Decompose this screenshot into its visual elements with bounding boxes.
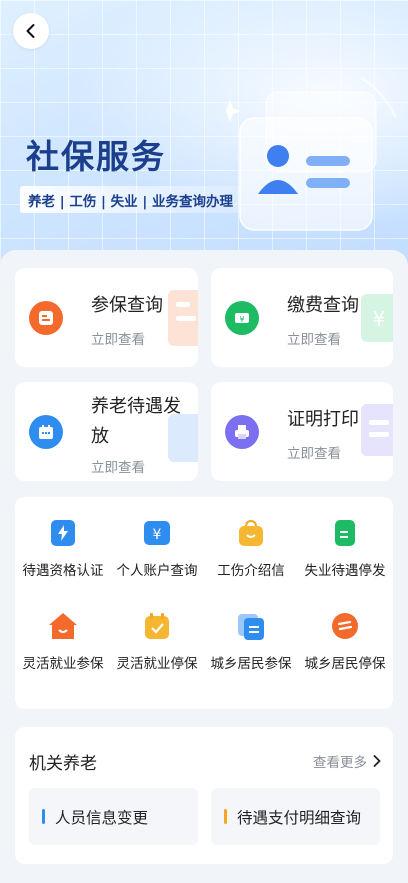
circle-badge-icon [332,613,358,639]
org-pension-section: 机关养老 查看更多 人员信息变更 待遇支付明细查询 [15,727,393,864]
svg-text:¥: ¥ [239,315,244,324]
tile-title: 参保查询 [91,295,163,316]
back-button[interactable] [13,13,49,49]
grid-item-label: 城乡居民参保 [210,656,292,672]
chevron-right-icon [373,755,381,767]
svg-text:¥: ¥ [373,307,386,331]
calendar-check-icon [145,613,169,639]
service-tags: 养老 | 工伤 | 失业 | 业务查询办理 [20,186,242,213]
page-title: 社保服务 [26,137,166,176]
service-grid: 待遇资格认证 ¥ 个人账户查询 工伤介绍信 失业待遇停发 灵活就业参保 灵活就业… [15,497,393,709]
tile-subtitle: 立即查看 [287,446,341,462]
grid-item-resident-stop[interactable]: 城乡居民停保 [297,612,393,672]
grid-item-resident-enroll[interactable]: 城乡居民参保 [203,612,299,672]
tile-subtitle: 立即查看 [91,332,145,348]
tile-pension-payment[interactable]: 养老待遇发 放 立即查看 [15,382,198,481]
hero-banner: 社保服务 养老 | 工伤 | 失业 | 业务查询办理 [0,0,408,270]
tile-subtitle: 立即查看 [287,332,341,348]
org-item-payment-detail[interactable]: 待遇支付明细查询 [211,788,380,845]
yuan-card-icon: ¥ [144,521,170,545]
cards-icon [238,614,264,640]
tile-insurance-query[interactable]: 参保查询 立即查看 [15,268,198,367]
grid-item-injury-letter[interactable]: 工伤介绍信 [203,519,299,579]
ticket-icon: ¥ [225,301,259,335]
bag-icon [239,519,263,546]
chevron-left-icon [26,24,35,38]
grid-item-account[interactable]: ¥ 个人账户查询 [109,519,205,579]
svg-text:¥: ¥ [153,527,162,543]
house-icon [49,613,77,639]
printer-icon [225,415,259,449]
org-item-label: 人员信息变更 [55,808,149,827]
ghost-printer-icon [361,404,393,456]
grid-item-flex-stop[interactable]: 灵活就业停保 [109,612,205,672]
org-item-personnel-change[interactable]: 人员信息变更 [29,788,198,845]
calendar-icon [29,415,63,449]
ghost-card-icon [168,290,198,346]
phone-doc-icon [335,520,355,546]
tile-certificate-print[interactable]: 证明打印 立即查看 [211,382,393,481]
grid-item-qualification[interactable]: 待遇资格认证 [15,519,111,579]
id-card-icon [29,301,63,335]
tile-payment-query[interactable]: ¥ 缴费查询 立即查看 ¥ [211,268,393,367]
grid-item-label: 灵活就业停保 [116,656,198,672]
grid-item-label: 灵活就业参保 [22,656,104,672]
section-title: 机关养老 [29,754,97,774]
ghost-calendar-icon [168,414,198,462]
grid-item-label: 失业待遇停发 [304,563,386,579]
grid-item-flex-enroll[interactable]: 灵活就业参保 [15,612,111,672]
grid-item-label: 工伤介绍信 [217,563,285,579]
view-more-link[interactable]: 查看更多 [313,751,381,771]
accent-bar [42,809,45,824]
grid-item-label: 城乡居民停保 [304,656,386,672]
grid-item-unemployment-stop[interactable]: 失业待遇停发 [297,519,393,579]
ghost-ticket-icon: ¥ [361,294,393,342]
lightning-icon [51,520,75,546]
org-item-label: 待遇支付明细查询 [237,808,362,827]
grid-item-label: 个人账户查询 [116,563,198,579]
accent-bar [224,809,227,824]
tile-title: 证明打印 [287,409,359,430]
view-more-label: 查看更多 [313,755,367,771]
tile-title: 缴费查询 [287,295,359,316]
grid-item-label: 待遇资格认证 [22,563,104,579]
tile-subtitle: 立即查看 [91,460,145,476]
id-card-illustration-icon [226,78,396,231]
